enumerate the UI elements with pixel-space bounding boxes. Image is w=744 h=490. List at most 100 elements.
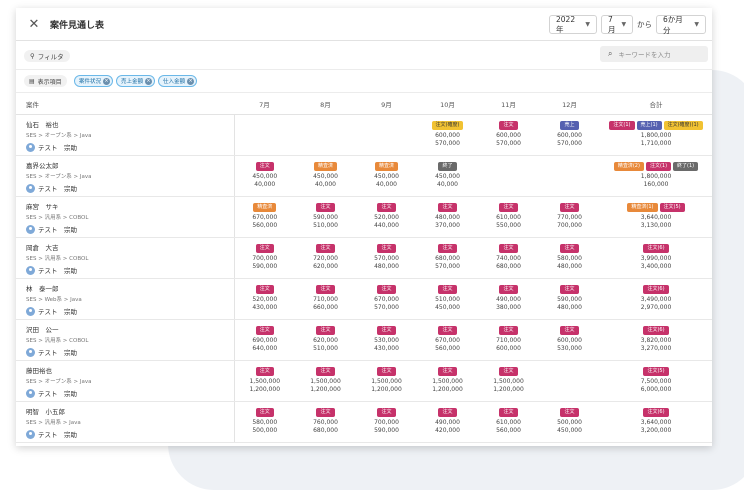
status-badge[interactable]: 注文(6) <box>643 285 669 294</box>
month-cell[interactable]: 注文 1,500,000 1,200,000 <box>417 360 478 402</box>
status-badge[interactable]: 注文 <box>316 203 335 212</box>
table-row[interactable]: 仙石 裕也 SES > オープン系 > Java テスト 宗助 注文(確度) 600,0… <box>16 114 712 156</box>
status-badge[interactable]: 注文 <box>499 203 518 212</box>
status-badge[interactable]: 注文 <box>438 285 457 294</box>
case-cell[interactable]: 仙石 裕也 SES > オープン系 > Java テスト 宗助 <box>16 114 235 156</box>
status-badge[interactable]: 注文(1) <box>645 162 672 171</box>
status-badge[interactable]: 注文 <box>316 326 335 335</box>
status-badge[interactable]: 注文 <box>316 408 335 417</box>
total-cell[interactable]: 注文(6) 3,490,000 2,970,000 <box>600 278 712 320</box>
month-select[interactable]: 7月 ▼ <box>601 15 633 34</box>
month-cell[interactable]: 注文 700,000 590,000 <box>234 237 295 279</box>
status-badge[interactable]: 注文(1) <box>609 121 635 130</box>
status-badge[interactable]: 精査済(1) <box>627 203 658 212</box>
status-badge[interactable]: 注文 <box>560 244 579 253</box>
month-cell[interactable]: 注文 490,000 380,000 <box>478 278 539 320</box>
month-cell[interactable]: 注文 590,000 510,000 <box>295 196 356 238</box>
month-cell[interactable]: 注文 710,000 660,000 <box>295 278 356 320</box>
table-row[interactable]: 明智 小五郎 SES > 汎用系 > Java テスト 宗助 注文 580,000 500… <box>16 401 712 443</box>
total-cell[interactable]: 注文(5) 7,500,000 6,000,000 <box>600 360 712 402</box>
search-input[interactable]: キーワードを入力 <box>618 49 670 59</box>
engineer-name[interactable]: 仙石 裕也 <box>26 119 234 129</box>
month-cell[interactable]: 注文 450,000 40,000 <box>234 155 295 197</box>
total-cell[interactable]: 注文(6) 3,820,000 3,270,000 <box>600 319 712 361</box>
status-badge[interactable]: 注文 <box>438 203 457 212</box>
month-cell[interactable]: 終了 450,000 40,000 <box>417 155 478 197</box>
month-cell[interactable]: 注文 590,000 480,000 <box>539 278 600 320</box>
status-badge[interactable]: 注文(6) <box>643 244 669 253</box>
status-badge[interactable]: 注文 <box>438 367 457 376</box>
engineer-name[interactable]: 明智 小五郎 <box>26 406 234 416</box>
month-cell[interactable]: 注文 700,000 590,000 <box>356 401 417 443</box>
status-badge[interactable]: 注文 <box>560 285 579 294</box>
table-row[interactable]: 嘉界公太郎 SES > オープン系 > Java テスト 宗助 注文 450,000 40… <box>16 155 712 197</box>
status-badge[interactable]: 終了(1) <box>673 162 699 171</box>
total-cell[interactable]: 精査済(2) 注文(1) 終了(1) 1,800,000 160,000 <box>600 155 712 197</box>
status-badge[interactable]: 注文 <box>377 203 396 212</box>
status-badge[interactable]: 注文(確度)(1) <box>663 121 703 130</box>
month-cell[interactable]: 注文 600,000 570,000 <box>478 114 539 156</box>
status-badge[interactable]: 終了 <box>438 162 457 171</box>
case-cell[interactable]: 藤田裕也 SES > オープン系 > Java テスト 宗助 <box>16 360 235 402</box>
status-badge[interactable]: 注文 <box>438 244 457 253</box>
month-cell[interactable]: 注文 740,000 680,000 <box>478 237 539 279</box>
month-cell[interactable]: 売上 600,000 570,000 <box>539 114 600 156</box>
month-cell[interactable]: 注文 490,000 420,000 <box>417 401 478 443</box>
table-row[interactable]: 林 泰一郎 SES > Web系 > Java テスト 宗助 注文 520,000 430… <box>16 278 712 320</box>
month-cell[interactable]: 注文 1,500,000 1,200,000 <box>295 360 356 402</box>
total-cell[interactable]: 注文(6) 3,990,000 3,400,000 <box>600 237 712 279</box>
month-cell[interactable]: 注文 770,000 700,000 <box>539 196 600 238</box>
status-badge[interactable]: 注文 <box>438 326 457 335</box>
span-select[interactable]: 6か月分 ▼ <box>656 15 706 35</box>
status-badge[interactable]: 精査済 <box>313 162 337 171</box>
search-field[interactable]: ⌕ キーワードを入力 <box>600 46 708 62</box>
case-cell[interactable]: 岡倉 大吉 SES > 汎用系 > COBOL テスト 宗助 <box>16 237 235 279</box>
status-badge[interactable]: 注文 <box>499 326 518 335</box>
status-badge[interactable]: 注文 <box>499 121 518 130</box>
status-badge[interactable]: 注文 <box>560 408 579 417</box>
month-cell[interactable]: 注文 510,000 450,000 <box>417 278 478 320</box>
month-cell[interactable]: 注文 500,000 450,000 <box>539 401 600 443</box>
close-icon[interactable]: × <box>145 77 153 85</box>
month-cell[interactable]: 注文 1,500,000 1,200,000 <box>478 360 539 402</box>
table-row[interactable]: 麻宮 サキ SES > 汎用系 > COBOL テスト 宗助 精査済 670,000 56… <box>16 196 712 238</box>
status-badge[interactable]: 注文 <box>316 244 335 253</box>
status-badge[interactable]: 注文 <box>499 367 518 376</box>
month-cell[interactable]: 注文 620,000 510,000 <box>295 319 356 361</box>
month-cell[interactable]: 注文 600,000 530,000 <box>539 319 600 361</box>
engineer-name[interactable]: 麻宮 サキ <box>26 201 234 211</box>
month-cell[interactable]: 注文 670,000 570,000 <box>356 278 417 320</box>
engineer-name[interactable]: 沢田 公一 <box>26 324 234 334</box>
month-cell[interactable]: 注文 610,000 560,000 <box>478 401 539 443</box>
status-badge[interactable]: 注文(確度) <box>431 121 464 130</box>
close-icon[interactable]: × <box>103 77 111 85</box>
month-cell[interactable]: 精査済 450,000 40,000 <box>295 155 356 197</box>
status-badge[interactable]: 注文(5) <box>643 367 669 376</box>
month-cell[interactable]: 精査済 670,000 560,000 <box>234 196 295 238</box>
month-cell[interactable]: 精査済 450,000 40,000 <box>356 155 417 197</box>
status-badge[interactable]: 注文 <box>316 285 335 294</box>
status-badge[interactable]: 注文 <box>377 367 396 376</box>
status-badge[interactable]: 注文 <box>316 367 335 376</box>
month-cell[interactable]: 注文 720,000 620,000 <box>295 237 356 279</box>
status-badge[interactable]: 注文 <box>377 408 396 417</box>
status-badge[interactable]: 精査済 <box>374 162 398 171</box>
display-tag[interactable]: 売上金額 × <box>116 75 156 87</box>
month-cell[interactable]: 注文 520,000 430,000 <box>234 278 295 320</box>
case-cell[interactable]: 沢田 公一 SES > 汎用系 > COBOL テスト 宗助 <box>16 319 235 361</box>
table-row[interactable]: 藤田裕也 SES > オープン系 > Java テスト 宗助 注文 1,500,000 1… <box>16 360 712 402</box>
close-icon[interactable]: × <box>187 77 195 85</box>
status-badge[interactable]: 注文 <box>255 162 274 171</box>
case-cell[interactable]: 嘉界公太郎 SES > オープン系 > Java テスト 宗助 <box>16 155 235 197</box>
status-badge[interactable]: 注文(6) <box>643 326 669 335</box>
month-cell[interactable]: 注文 690,000 640,000 <box>234 319 295 361</box>
month-cell[interactable]: 注文 480,000 370,000 <box>417 196 478 238</box>
month-cell[interactable]: 注文 580,000 500,000 <box>234 401 295 443</box>
display-items-button[interactable]: ▤ 表示項目 <box>24 75 67 87</box>
close-icon[interactable]: ✕ <box>22 17 46 32</box>
status-badge[interactable]: 売上 <box>560 121 579 130</box>
filter-button[interactable]: ⚲ フィルタ <box>24 50 70 62</box>
year-select[interactable]: 2022年 ▼ <box>549 15 597 34</box>
engineer-name[interactable]: 林 泰一郎 <box>26 283 234 293</box>
engineer-name[interactable]: 嘉界公太郎 <box>26 160 234 170</box>
